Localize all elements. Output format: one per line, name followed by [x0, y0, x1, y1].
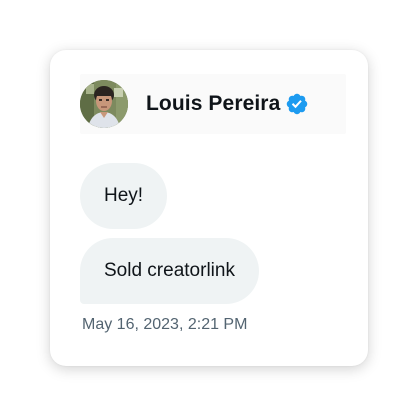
message-card: Louis Pereira Hey! Sold creatorlink May …: [50, 50, 368, 366]
avatar-photo-icon: [80, 80, 128, 128]
message-text: Sold creatorlink: [104, 260, 235, 281]
sender-name[interactable]: Louis Pereira: [146, 92, 280, 116]
sender-header[interactable]: Louis Pereira: [80, 74, 346, 134]
message-bubble[interactable]: Sold creatorlink: [80, 238, 259, 304]
verified-badge-icon: [285, 92, 309, 116]
message-text: Hey!: [104, 185, 144, 206]
avatar[interactable]: [80, 80, 128, 128]
message-timestamp: May 16, 2023, 2:21 PM: [82, 316, 248, 333]
message-bubble[interactable]: Hey!: [80, 163, 168, 229]
